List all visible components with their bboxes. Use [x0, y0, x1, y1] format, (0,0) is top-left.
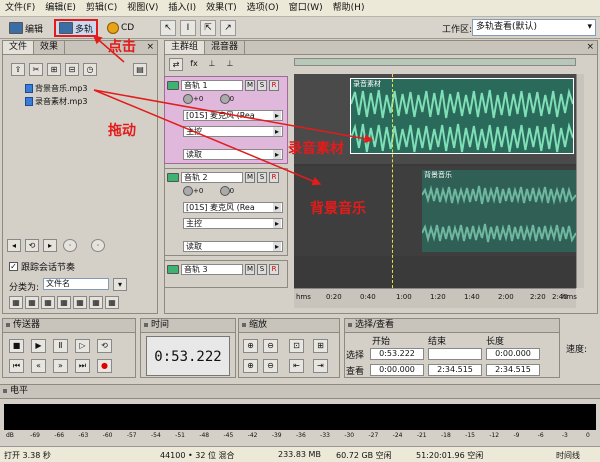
- annotation-drag: 拖动: [108, 123, 136, 139]
- annotation-background-music: 背景音乐: [310, 201, 366, 217]
- annotation-click: 点击: [108, 39, 136, 55]
- annotation-recording-material: 录音素材: [288, 141, 344, 157]
- annotation-arrows: [92, 35, 374, 186]
